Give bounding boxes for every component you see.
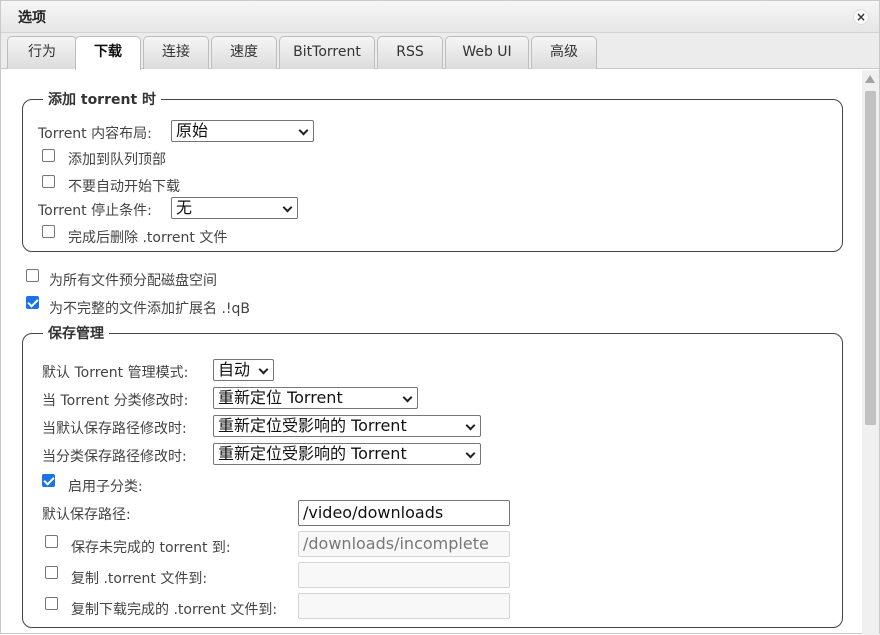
copy-finished-input[interactable]	[298, 593, 510, 619]
default-save-path-input[interactable]: /video/downloads	[298, 500, 510, 526]
copy-torrent-checkbox[interactable]	[45, 566, 58, 579]
delete-torrent-checkbox[interactable]	[42, 225, 55, 238]
scrollbar-thumb[interactable]	[865, 91, 876, 425]
copy-finished-label: 复制下载完成的 .torrent 文件到:	[71, 602, 278, 618]
tab-bar: 行为 下载 连接 速度 BitTorrent RSS Web UI 高级	[1, 33, 879, 70]
scroll-up-arrow-icon[interactable]	[865, 75, 875, 83]
no-autostart-label: 不要自动开始下载	[68, 179, 180, 195]
category-path-changed-select[interactable]: 重新定位受影响的 Torrent	[213, 443, 481, 465]
content-layout-label: Torrent 内容布局:	[38, 126, 152, 142]
subcategories-checkbox[interactable]	[42, 474, 55, 487]
management-mode-label: 默认 Torrent 管理模式:	[42, 365, 189, 381]
management-mode-select[interactable]: 自动	[213, 359, 274, 381]
incomplete-path-label: 保存未完成的 torrent 到:	[71, 540, 231, 556]
tab-rss[interactable]: RSS	[377, 36, 443, 69]
append-extension-checkbox[interactable]	[26, 296, 39, 309]
stop-condition-value: 无	[176, 198, 193, 217]
tab-behavior[interactable]: 行为	[7, 36, 77, 69]
chevron-down-icon	[258, 364, 269, 375]
default-path-changed-label: 当默认保存路径修改时:	[42, 421, 187, 437]
chevron-down-icon	[298, 125, 309, 136]
content-layout-value: 原始	[176, 121, 209, 140]
content-layout-select[interactable]: 原始	[171, 120, 314, 142]
tab-webui[interactable]: Web UI	[445, 36, 529, 69]
copy-torrent-label: 复制 .torrent 文件到:	[71, 571, 208, 587]
default-save-path-label: 默认保存路径:	[42, 507, 131, 523]
options-dialog: 选项 × 行为 下载 连接 速度 BitTorrent RSS Web UI 高…	[0, 0, 880, 635]
stop-condition-select[interactable]: 无	[171, 197, 298, 219]
category-changed-value: 重新定位 Torrent	[218, 388, 343, 407]
no-autostart-checkbox[interactable]	[42, 175, 55, 188]
default-path-changed-select[interactable]: 重新定位受影响的 Torrent	[213, 415, 481, 437]
copy-finished-checkbox[interactable]	[45, 597, 58, 610]
append-extension-label: 为不完整的文件添加扩展名 .!qB	[49, 301, 251, 317]
category-changed-label: 当 Torrent 分类修改时:	[42, 393, 189, 409]
delete-torrent-label: 完成后删除 .torrent 文件	[68, 230, 228, 246]
default-path-changed-value: 重新定位受影响的 Torrent	[218, 416, 407, 435]
add-to-top-checkbox[interactable]	[42, 149, 55, 162]
dialog-titlebar[interactable]: 选项 ×	[1, 1, 879, 33]
tab-speed[interactable]: 速度	[211, 36, 277, 69]
management-mode-value: 自动	[218, 360, 251, 379]
preallocate-checkbox[interactable]	[26, 269, 39, 282]
incomplete-path-input[interactable]: /downloads/incomplete	[298, 531, 510, 557]
vertical-scrollbar[interactable]	[862, 70, 879, 635]
dialog-title: 选项	[18, 10, 46, 26]
category-path-changed-value: 重新定位受影响的 Torrent	[218, 444, 407, 463]
chevron-down-icon	[465, 448, 476, 459]
save-management-legend: 保存管理	[48, 326, 104, 342]
incomplete-path-checkbox[interactable]	[45, 535, 58, 548]
tab-downloads[interactable]: 下载	[75, 36, 141, 70]
chevron-down-icon	[282, 202, 293, 213]
tab-bittorrent[interactable]: BitTorrent	[279, 36, 375, 69]
tab-advanced[interactable]: 高级	[531, 36, 597, 69]
category-path-changed-label: 当分类保存路径修改时:	[42, 449, 187, 465]
chevron-down-icon	[402, 392, 413, 403]
add-torrent-legend: 添加 torrent 时	[48, 92, 157, 108]
stop-condition-label: Torrent 停止条件:	[38, 203, 152, 219]
preallocate-label: 为所有文件预分配磁盘空间	[49, 273, 217, 289]
downloads-panel: 添加 torrent 时 Torrent 内容布局: 原始 添加到队列顶部 不要…	[1, 70, 863, 635]
close-button[interactable]: ×	[853, 9, 869, 25]
subcategories-label: 启用子分类:	[68, 479, 143, 495]
tab-connection[interactable]: 连接	[143, 36, 209, 69]
add-to-top-label: 添加到队列顶部	[68, 152, 166, 168]
chevron-down-icon	[465, 420, 476, 431]
copy-torrent-input[interactable]	[298, 562, 510, 588]
category-changed-select[interactable]: 重新定位 Torrent	[213, 387, 418, 409]
